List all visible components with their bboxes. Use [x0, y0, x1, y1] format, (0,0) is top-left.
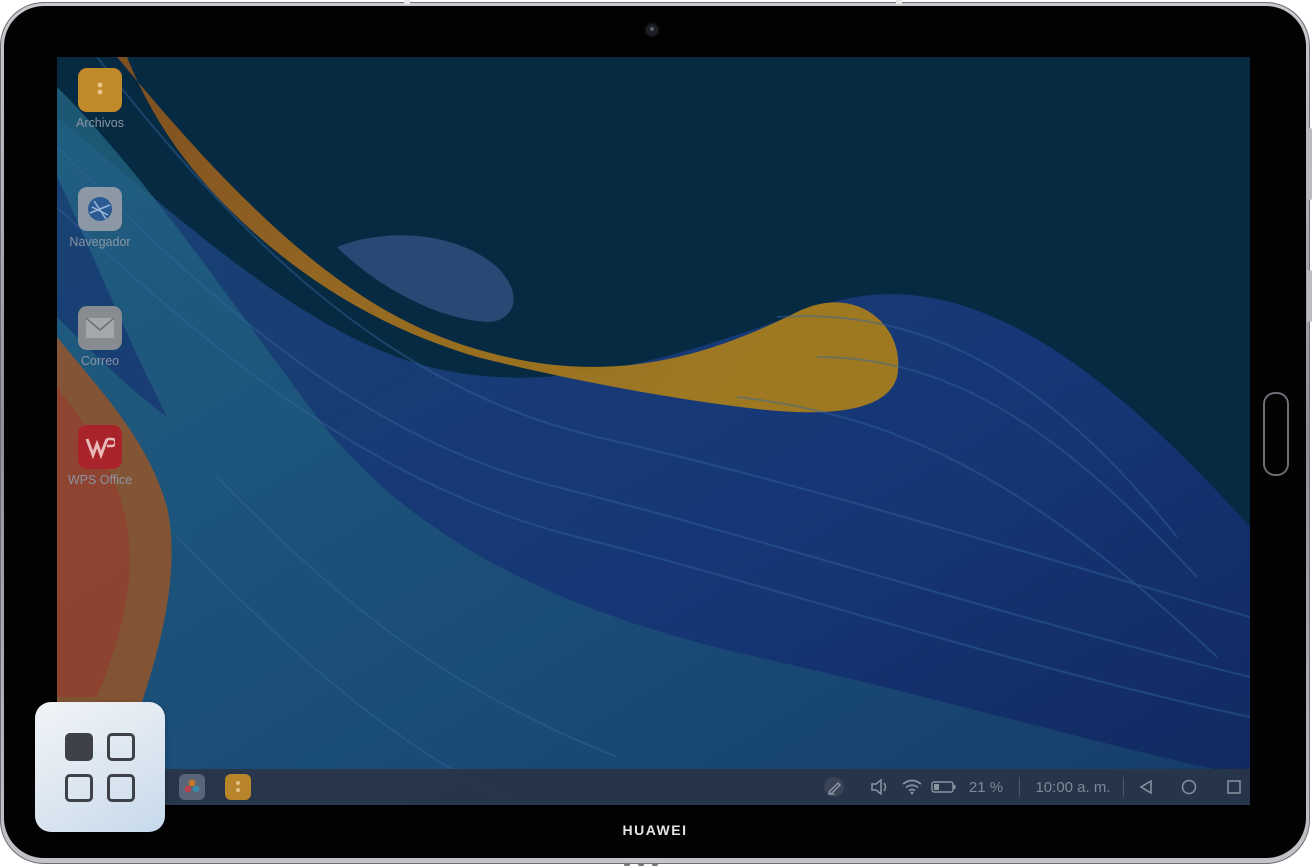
desktop-icon-label: Archivos — [76, 116, 124, 130]
taskbar-app-gallery[interactable] — [177, 769, 207, 805]
grid-square — [107, 733, 135, 761]
back-icon[interactable] — [1133, 769, 1159, 805]
battery-percentage: 21 % — [968, 778, 1004, 796]
desktop-icon-browser[interactable]: Navegador — [57, 187, 150, 249]
grid-square — [107, 774, 135, 802]
brand-logo: HUAWEI — [622, 822, 688, 838]
power-button — [1307, 270, 1312, 322]
screen: Archivos Navegador Correo WPS Office 21 … — [57, 57, 1250, 805]
frame-seam — [404, 0, 410, 4]
globe-icon — [78, 187, 122, 231]
apps-grid-button[interactable] — [35, 702, 165, 832]
desktop-icon-label: Navegador — [69, 235, 131, 249]
clock[interactable]: 10:00 a. m. — [1023, 769, 1123, 805]
desktop-icon-mail[interactable]: Correo — [57, 306, 150, 368]
desktop-icon-label: WPS Office — [67, 473, 133, 487]
desktop-icon-label: Correo — [80, 354, 120, 368]
fingerprint-key — [1263, 392, 1289, 476]
wifi-icon[interactable] — [899, 769, 925, 805]
home-icon[interactable] — [1176, 769, 1202, 805]
desktop-icon-files[interactable]: Archivos — [57, 68, 150, 130]
front-camera — [646, 24, 658, 36]
taskbar: 21 % 10:00 a. m. — [57, 769, 1250, 805]
grid-square — [65, 774, 93, 802]
taskbar-divider — [1019, 777, 1020, 797]
speaker-grille — [624, 863, 658, 866]
envelope-icon — [78, 306, 122, 350]
grid-square-filled — [65, 733, 93, 761]
gallery-icon — [179, 774, 205, 800]
pen-icon[interactable] — [821, 769, 847, 805]
screen-dim-overlay — [57, 57, 1250, 805]
recents-icon[interactable] — [1221, 769, 1247, 805]
taskbar-divider — [1123, 777, 1124, 797]
folder-icon — [225, 774, 251, 800]
volume-icon[interactable] — [867, 769, 893, 805]
frame-seam — [896, 0, 902, 4]
folder-icon — [78, 68, 122, 112]
volume-button — [1307, 128, 1312, 200]
wps-icon — [78, 425, 122, 469]
taskbar-app-files[interactable] — [223, 769, 253, 805]
desktop-icon-wps[interactable]: WPS Office — [57, 425, 150, 487]
battery-icon[interactable] — [929, 769, 959, 805]
